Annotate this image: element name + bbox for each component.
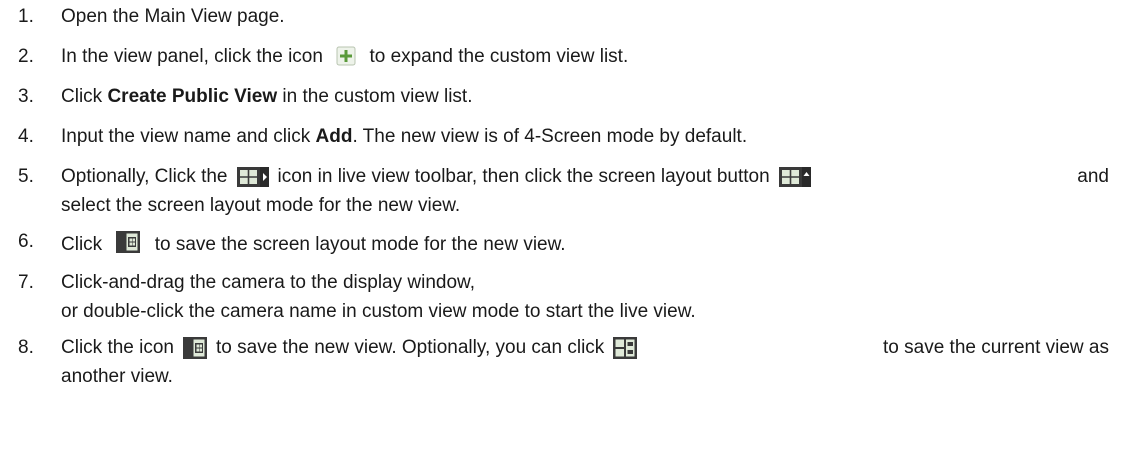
step-text: Click the icon to save the new view. Opt…: [61, 336, 1109, 389]
steps-list: 1. Open the Main View page. 2. In the vi…: [18, 5, 1109, 389]
step-8: 8. Click the icon to save the new view. …: [18, 336, 1109, 389]
document-page: 1. Open the Main View page. 2. In the vi…: [0, 5, 1121, 452]
step-5: 5. Optionally, Click the icon in live vi…: [18, 165, 1109, 218]
step-number: 2.: [18, 46, 34, 67]
step-text: In the view panel, click the icon to exp…: [61, 45, 1109, 69]
step-text: Click to save the screen layout mode for…: [61, 230, 1109, 257]
step-text-part: to save the screen layout mode for the n…: [154, 234, 566, 255]
step-text: Open the Main View page.: [61, 6, 285, 27]
step-text-part: . The new view is of 4-Screen mode by de…: [352, 126, 748, 147]
step-4: 4. Input the view name and click Add. Th…: [18, 125, 1109, 149]
step-number: 4.: [18, 126, 34, 147]
save-as-view-icon: [612, 336, 638, 360]
step-number: 7.: [18, 272, 34, 293]
ui-term-add: Add: [315, 126, 353, 147]
step-text-part: Click the icon: [61, 337, 174, 358]
step-line: select the screen layout mode for the ne…: [61, 195, 461, 216]
screen-layout-button-icon: [778, 166, 812, 188]
step-6: 6. Click to save the screen layout mode …: [18, 230, 1109, 257]
step-1: 1. Open the Main View page.: [18, 5, 1109, 29]
step-text-part: icon in live view toolbar, then click th…: [277, 166, 770, 187]
step-text-part: Click: [61, 86, 103, 107]
step-number: 1.: [18, 6, 34, 27]
save-view-icon: [182, 336, 208, 360]
step-text-part: to save the new view. Optionally, you ca…: [216, 337, 605, 358]
step-7: 7. Click-and-drag the camera to the disp…: [18, 271, 1109, 324]
step-line: Click-and-drag the camera to the display…: [61, 272, 475, 293]
screen-layout-toolbar-icon: [236, 166, 270, 188]
step-text-part: to expand the custom view list.: [369, 46, 629, 67]
step-number: 6.: [18, 231, 34, 252]
step-text: Click Create Public View in the custom v…: [61, 85, 1109, 109]
step-text-part: to save the current view as: [883, 337, 1109, 358]
step-text: Input the view name and click Add. The n…: [61, 125, 1109, 149]
step-line: or double-click the camera name in custo…: [61, 301, 696, 322]
step-2: 2. In the view panel, click the icon to …: [18, 45, 1109, 69]
step-text-part: and: [1077, 166, 1109, 187]
step-text-part: in the custom view list.: [282, 86, 473, 107]
step-number: 3.: [18, 86, 34, 107]
step-text-part: In the view panel, click the icon: [61, 46, 323, 67]
step-number: 5.: [18, 166, 34, 187]
step-number: 8.: [18, 337, 34, 358]
expand-plus-icon: [336, 46, 356, 66]
step-line: Optionally, Click the icon in live view …: [61, 165, 1109, 189]
step-3: 3. Click Create Public View in the custo…: [18, 85, 1109, 109]
ui-term-create-public-view: Create Public View: [107, 86, 278, 107]
step-text-part: Optionally, Click the: [61, 166, 228, 187]
step-text-part: Click: [61, 234, 103, 255]
step-text: Click-and-drag the camera to the display…: [61, 271, 1109, 324]
step-text-part: Input the view name and click: [61, 126, 311, 147]
step-line: another view.: [61, 366, 173, 387]
step-line: Click the icon to save the new view. Opt…: [61, 336, 1109, 360]
save-layout-icon: [115, 230, 141, 254]
step-text: Optionally, Click the icon in live view …: [61, 165, 1109, 218]
